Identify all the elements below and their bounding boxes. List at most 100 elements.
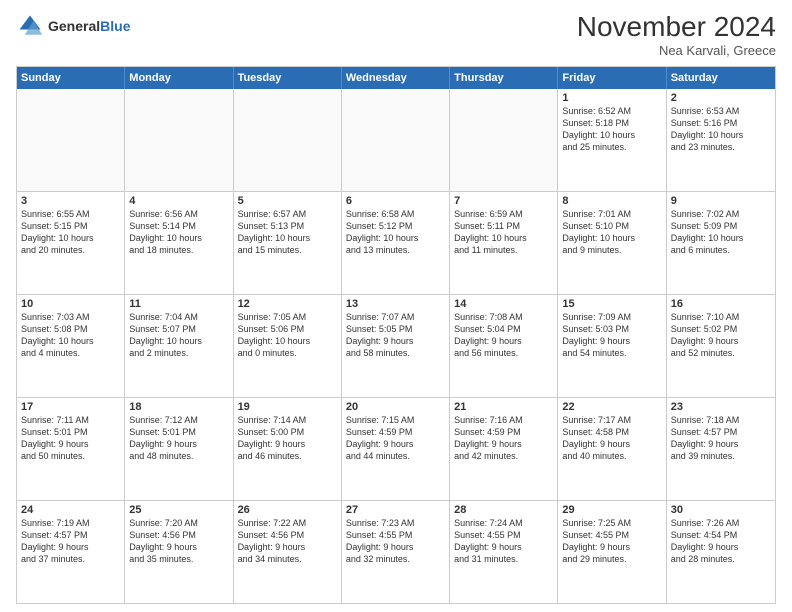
logo-icon	[16, 12, 44, 40]
day-info: Sunrise: 7:12 AM Sunset: 5:01 PM Dayligh…	[129, 414, 228, 463]
logo: GeneralBlue	[16, 12, 130, 40]
day-info: Sunrise: 7:05 AM Sunset: 5:06 PM Dayligh…	[238, 311, 337, 360]
calendar-cell: 4Sunrise: 6:56 AM Sunset: 5:14 PM Daylig…	[125, 192, 233, 294]
header-tuesday: Tuesday	[234, 67, 342, 89]
location: Nea Karvali, Greece	[577, 43, 776, 58]
calendar-cell: 29Sunrise: 7:25 AM Sunset: 4:55 PM Dayli…	[558, 501, 666, 603]
day-number: 11	[129, 298, 228, 310]
calendar-cell: 26Sunrise: 7:22 AM Sunset: 4:56 PM Dayli…	[234, 501, 342, 603]
day-number: 6	[346, 195, 445, 207]
page: GeneralBlue November 2024 Nea Karvali, G…	[0, 0, 792, 612]
day-info: Sunrise: 6:55 AM Sunset: 5:15 PM Dayligh…	[21, 208, 120, 257]
day-number: 16	[671, 298, 771, 310]
day-number: 4	[129, 195, 228, 207]
calendar-cell: 13Sunrise: 7:07 AM Sunset: 5:05 PM Dayli…	[342, 295, 450, 397]
day-number: 22	[562, 401, 661, 413]
day-number: 1	[562, 92, 661, 104]
calendar-cell: 21Sunrise: 7:16 AM Sunset: 4:59 PM Dayli…	[450, 398, 558, 500]
calendar-cell	[342, 89, 450, 191]
day-info: Sunrise: 6:53 AM Sunset: 5:16 PM Dayligh…	[671, 105, 771, 154]
day-info: Sunrise: 6:59 AM Sunset: 5:11 PM Dayligh…	[454, 208, 553, 257]
calendar-cell: 5Sunrise: 6:57 AM Sunset: 5:13 PM Daylig…	[234, 192, 342, 294]
day-number: 21	[454, 401, 553, 413]
calendar-cell: 6Sunrise: 6:58 AM Sunset: 5:12 PM Daylig…	[342, 192, 450, 294]
calendar-body: 1Sunrise: 6:52 AM Sunset: 5:18 PM Daylig…	[17, 89, 775, 603]
calendar-cell: 22Sunrise: 7:17 AM Sunset: 4:58 PM Dayli…	[558, 398, 666, 500]
day-number: 17	[21, 401, 120, 413]
calendar-cell: 27Sunrise: 7:23 AM Sunset: 4:55 PM Dayli…	[342, 501, 450, 603]
day-number: 13	[346, 298, 445, 310]
calendar-cell: 14Sunrise: 7:08 AM Sunset: 5:04 PM Dayli…	[450, 295, 558, 397]
day-number: 28	[454, 504, 553, 516]
day-number: 29	[562, 504, 661, 516]
day-info: Sunrise: 7:16 AM Sunset: 4:59 PM Dayligh…	[454, 414, 553, 463]
day-info: Sunrise: 7:09 AM Sunset: 5:03 PM Dayligh…	[562, 311, 661, 360]
day-number: 23	[671, 401, 771, 413]
calendar: Sunday Monday Tuesday Wednesday Thursday…	[16, 66, 776, 604]
day-number: 3	[21, 195, 120, 207]
header-thursday: Thursday	[450, 67, 558, 89]
day-number: 19	[238, 401, 337, 413]
calendar-cell: 30Sunrise: 7:26 AM Sunset: 4:54 PM Dayli…	[667, 501, 775, 603]
header: GeneralBlue November 2024 Nea Karvali, G…	[16, 12, 776, 58]
day-info: Sunrise: 7:25 AM Sunset: 4:55 PM Dayligh…	[562, 517, 661, 566]
day-number: 26	[238, 504, 337, 516]
day-number: 20	[346, 401, 445, 413]
title-block: November 2024 Nea Karvali, Greece	[577, 12, 776, 58]
calendar-cell	[450, 89, 558, 191]
calendar-cell: 25Sunrise: 7:20 AM Sunset: 4:56 PM Dayli…	[125, 501, 233, 603]
calendar-cell: 24Sunrise: 7:19 AM Sunset: 4:57 PM Dayli…	[17, 501, 125, 603]
day-number: 8	[562, 195, 661, 207]
day-info: Sunrise: 7:02 AM Sunset: 5:09 PM Dayligh…	[671, 208, 771, 257]
day-info: Sunrise: 7:22 AM Sunset: 4:56 PM Dayligh…	[238, 517, 337, 566]
calendar-cell: 15Sunrise: 7:09 AM Sunset: 5:03 PM Dayli…	[558, 295, 666, 397]
day-info: Sunrise: 7:14 AM Sunset: 5:00 PM Dayligh…	[238, 414, 337, 463]
day-info: Sunrise: 6:57 AM Sunset: 5:13 PM Dayligh…	[238, 208, 337, 257]
calendar-cell: 23Sunrise: 7:18 AM Sunset: 4:57 PM Dayli…	[667, 398, 775, 500]
calendar-header: Sunday Monday Tuesday Wednesday Thursday…	[17, 67, 775, 89]
day-number: 18	[129, 401, 228, 413]
calendar-cell: 16Sunrise: 7:10 AM Sunset: 5:02 PM Dayli…	[667, 295, 775, 397]
day-info: Sunrise: 7:15 AM Sunset: 4:59 PM Dayligh…	[346, 414, 445, 463]
calendar-cell: 20Sunrise: 7:15 AM Sunset: 4:59 PM Dayli…	[342, 398, 450, 500]
day-info: Sunrise: 7:20 AM Sunset: 4:56 PM Dayligh…	[129, 517, 228, 566]
day-info: Sunrise: 7:10 AM Sunset: 5:02 PM Dayligh…	[671, 311, 771, 360]
calendar-cell	[125, 89, 233, 191]
day-info: Sunrise: 7:24 AM Sunset: 4:55 PM Dayligh…	[454, 517, 553, 566]
calendar-cell: 7Sunrise: 6:59 AM Sunset: 5:11 PM Daylig…	[450, 192, 558, 294]
day-info: Sunrise: 7:04 AM Sunset: 5:07 PM Dayligh…	[129, 311, 228, 360]
calendar-row-1: 3Sunrise: 6:55 AM Sunset: 5:15 PM Daylig…	[17, 192, 775, 295]
header-wednesday: Wednesday	[342, 67, 450, 89]
calendar-cell: 2Sunrise: 6:53 AM Sunset: 5:16 PM Daylig…	[667, 89, 775, 191]
calendar-row-2: 10Sunrise: 7:03 AM Sunset: 5:08 PM Dayli…	[17, 295, 775, 398]
day-info: Sunrise: 7:07 AM Sunset: 5:05 PM Dayligh…	[346, 311, 445, 360]
header-friday: Friday	[558, 67, 666, 89]
day-number: 30	[671, 504, 771, 516]
day-info: Sunrise: 6:52 AM Sunset: 5:18 PM Dayligh…	[562, 105, 661, 154]
day-number: 14	[454, 298, 553, 310]
day-info: Sunrise: 7:18 AM Sunset: 4:57 PM Dayligh…	[671, 414, 771, 463]
day-number: 15	[562, 298, 661, 310]
calendar-cell	[17, 89, 125, 191]
calendar-row-4: 24Sunrise: 7:19 AM Sunset: 4:57 PM Dayli…	[17, 501, 775, 603]
calendar-cell: 11Sunrise: 7:04 AM Sunset: 5:07 PM Dayli…	[125, 295, 233, 397]
calendar-row-3: 17Sunrise: 7:11 AM Sunset: 5:01 PM Dayli…	[17, 398, 775, 501]
calendar-cell: 12Sunrise: 7:05 AM Sunset: 5:06 PM Dayli…	[234, 295, 342, 397]
calendar-cell: 3Sunrise: 6:55 AM Sunset: 5:15 PM Daylig…	[17, 192, 125, 294]
calendar-cell: 1Sunrise: 6:52 AM Sunset: 5:18 PM Daylig…	[558, 89, 666, 191]
day-number: 25	[129, 504, 228, 516]
day-number: 27	[346, 504, 445, 516]
day-info: Sunrise: 7:11 AM Sunset: 5:01 PM Dayligh…	[21, 414, 120, 463]
header-sunday: Sunday	[17, 67, 125, 89]
month-title: November 2024	[577, 12, 776, 43]
day-number: 2	[671, 92, 771, 104]
calendar-cell: 9Sunrise: 7:02 AM Sunset: 5:09 PM Daylig…	[667, 192, 775, 294]
calendar-row-0: 1Sunrise: 6:52 AM Sunset: 5:18 PM Daylig…	[17, 89, 775, 192]
day-info: Sunrise: 7:26 AM Sunset: 4:54 PM Dayligh…	[671, 517, 771, 566]
day-info: Sunrise: 7:01 AM Sunset: 5:10 PM Dayligh…	[562, 208, 661, 257]
calendar-cell: 18Sunrise: 7:12 AM Sunset: 5:01 PM Dayli…	[125, 398, 233, 500]
calendar-cell: 8Sunrise: 7:01 AM Sunset: 5:10 PM Daylig…	[558, 192, 666, 294]
header-monday: Monday	[125, 67, 233, 89]
day-info: Sunrise: 6:58 AM Sunset: 5:12 PM Dayligh…	[346, 208, 445, 257]
day-number: 12	[238, 298, 337, 310]
